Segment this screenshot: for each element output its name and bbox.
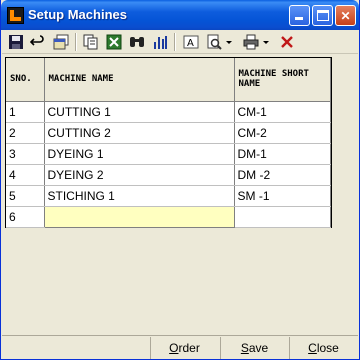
app-icon bbox=[7, 7, 24, 24]
close-icon: ✕ bbox=[340, 8, 351, 23]
minimize-button[interactable] bbox=[289, 5, 310, 26]
close-button-accesskey: C bbox=[308, 341, 317, 355]
sno-cell[interactable]: 2 bbox=[6, 122, 45, 144]
excel-icon[interactable] bbox=[105, 33, 123, 51]
save-button-accesskey: S bbox=[240, 341, 249, 355]
machine-name-cell[interactable]: CUTTING 1 bbox=[44, 101, 235, 123]
print-icon[interactable] bbox=[242, 33, 260, 51]
machine-name-cell[interactable]: DYEING 2 bbox=[44, 164, 235, 186]
machine-short-name-cell[interactable]: DM-1 bbox=[234, 143, 331, 165]
svg-text:A: A bbox=[187, 38, 194, 49]
machine-short-name-cell[interactable]: CM-1 bbox=[234, 101, 331, 123]
sno-cell[interactable]: 1 bbox=[6, 101, 45, 123]
minimize-icon bbox=[295, 17, 303, 20]
chart-icon[interactable] bbox=[151, 33, 169, 51]
sno-cell[interactable]: 5 bbox=[6, 185, 45, 207]
chevron-down-icon[interactable] bbox=[261, 33, 271, 51]
order-button[interactable]: Order bbox=[150, 337, 218, 359]
order-button-label: rder bbox=[178, 341, 200, 355]
column-header-machine-short-name[interactable]: MACHINE SHORT NAME bbox=[234, 58, 331, 102]
table-row[interactable]: 6 bbox=[6, 205, 331, 228]
sno-cell[interactable]: 6 bbox=[6, 206, 45, 228]
find-icon[interactable] bbox=[128, 33, 146, 51]
table-row[interactable]: 2 CUTTING 2 CM-2 bbox=[6, 122, 331, 144]
maximize-icon bbox=[317, 10, 329, 21]
maximize-button[interactable] bbox=[312, 5, 333, 26]
undo-icon[interactable] bbox=[29, 33, 47, 51]
header-row: SNO. MACHINE NAME MACHINE SHORT NAME bbox=[6, 58, 331, 102]
order-button-accesskey: O bbox=[169, 341, 179, 355]
sno-cell[interactable]: 3 bbox=[6, 143, 45, 165]
close-window-button[interactable]: ✕ bbox=[335, 5, 356, 26]
chevron-down-icon[interactable] bbox=[224, 33, 234, 51]
machine-short-name-cell[interactable] bbox=[234, 206, 331, 228]
machine-name-cell[interactable]: DYEING 1 bbox=[44, 143, 235, 165]
machine-short-name-cell[interactable]: SM -1 bbox=[234, 185, 331, 207]
machine-name-input-cell[interactable] bbox=[43, 205, 235, 228]
window-title: Setup Machines bbox=[28, 7, 127, 22]
sno-cell[interactable]: 4 bbox=[6, 164, 45, 186]
machines-table: SNO. MACHINE NAME MACHINE SHORT NAME 1 C… bbox=[6, 58, 331, 228]
window-icon[interactable] bbox=[52, 33, 70, 51]
save-button-label: ave bbox=[248, 341, 269, 355]
machine-name-cell[interactable]: STICHING 1 bbox=[44, 185, 235, 207]
machine-short-name-cell[interactable]: CM-2 bbox=[234, 122, 331, 144]
table-row[interactable]: 5 STICHING 1 SM -1 bbox=[6, 185, 331, 207]
column-header-machine-name[interactable]: MACHINE NAME bbox=[44, 58, 235, 102]
preview-icon[interactable] bbox=[205, 33, 223, 51]
save-button[interactable]: Save bbox=[220, 337, 288, 359]
table-row[interactable]: 3 DYEING 1 DM-1 bbox=[6, 143, 331, 165]
toolbar: A bbox=[2, 30, 358, 54]
close-button-label: lose bbox=[316, 341, 339, 355]
table-row[interactable]: 1 CUTTING 1 CM-1 bbox=[6, 101, 331, 123]
text-icon[interactable]: A bbox=[182, 33, 200, 51]
delete-icon[interactable] bbox=[278, 33, 296, 51]
toolbar-separator bbox=[174, 33, 176, 51]
button-bar: Order Save Close bbox=[2, 335, 358, 359]
machine-name-cell[interactable]: CUTTING 2 bbox=[44, 122, 235, 144]
setup-machines-window: Setup Machines ✕ A SNO. MACHINE NAME MAC… bbox=[0, 0, 360, 360]
toolbar-separator bbox=[75, 33, 77, 51]
title-bar[interactable]: Setup Machines ✕ bbox=[1, 0, 359, 30]
column-header-sno[interactable]: SNO. bbox=[6, 58, 45, 102]
close-button[interactable]: Close bbox=[289, 337, 357, 359]
save-icon[interactable] bbox=[7, 33, 25, 51]
copy-icon[interactable] bbox=[82, 33, 100, 51]
table-row[interactable]: 4 DYEING 2 DM -2 bbox=[6, 164, 331, 186]
machine-short-name-cell[interactable]: DM -2 bbox=[234, 164, 331, 186]
machines-grid: SNO. MACHINE NAME MACHINE SHORT NAME 1 C… bbox=[5, 57, 332, 228]
